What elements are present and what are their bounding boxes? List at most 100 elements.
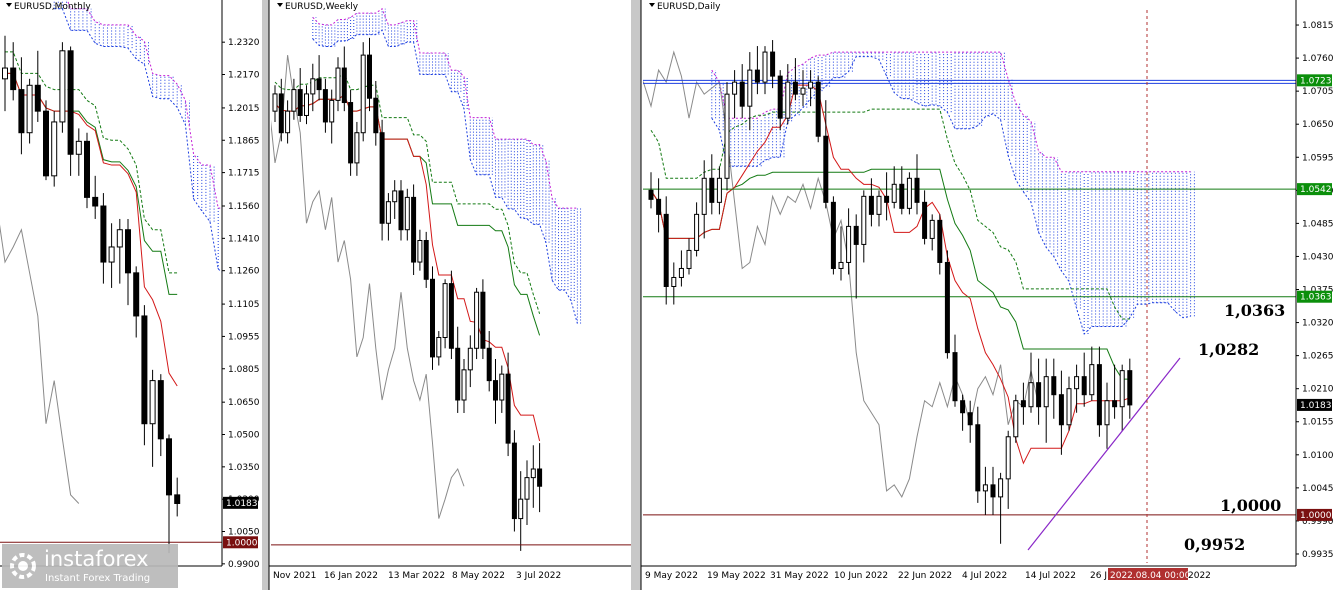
candle-body <box>354 132 360 164</box>
candle-body <box>18 89 25 134</box>
candle-body <box>975 424 981 492</box>
candle-body <box>392 190 398 203</box>
candle-body <box>499 373 505 401</box>
y-tick-label: 0.9900 <box>228 560 260 570</box>
candle-body <box>838 261 844 269</box>
candle-body <box>348 102 354 164</box>
candle-body <box>808 81 814 89</box>
x-tick-label: 13 Mar 2022 <box>388 571 445 581</box>
level-annotation: 1,0000 <box>1220 496 1281 515</box>
level-tag: 1.0363 <box>1300 293 1332 303</box>
candle-body <box>461 369 467 401</box>
y-tick-label: 1.0155 <box>1302 418 1333 428</box>
candle-body <box>537 468 543 487</box>
candle-body <box>59 50 66 123</box>
candle-body <box>884 195 890 203</box>
candle-body <box>385 201 391 224</box>
candle-body <box>1005 436 1011 480</box>
candle-body <box>747 69 753 107</box>
candle-body <box>671 276 677 288</box>
panel-title: EURUSD,Monthly <box>14 2 91 12</box>
candle-body <box>914 177 920 203</box>
candle-body <box>329 99 335 123</box>
x-tick-label: 16 Jan 2022 <box>324 571 378 581</box>
x-tick-label: 26 J <box>1090 571 1107 581</box>
candle-body <box>125 229 131 274</box>
y-tick-label: 1.0210 <box>1302 385 1333 395</box>
candle-body <box>411 196 417 263</box>
candle-body <box>952 352 958 402</box>
candle-body <box>1112 400 1118 408</box>
candle-body <box>486 347 492 382</box>
y-tick-label: 1.1410 <box>228 234 260 244</box>
y-tick-label: 1.2320 <box>228 38 260 48</box>
candle-body <box>84 140 90 198</box>
y-tick-label: 1.0650 <box>228 398 260 408</box>
candle-body <box>1074 376 1080 390</box>
multi-timeframe-chart: EURUSD,Monthly 1.2320 1.2170 1.2015 1.1865 1.… <box>0 0 1333 590</box>
candle-body <box>922 201 928 239</box>
candle-body <box>663 213 669 287</box>
candle-body <box>2 67 8 80</box>
candle-body <box>379 132 385 224</box>
y-tick-label: 1.0320 <box>1302 319 1333 329</box>
level-tag: 1.0000 <box>1300 511 1332 521</box>
candle-body <box>1081 376 1087 396</box>
y-tick-label: 1.0100 <box>1302 451 1333 461</box>
candle-body <box>686 249 692 269</box>
candle-body <box>133 272 140 317</box>
candle-body <box>108 246 115 263</box>
y-tick-label: 1.2170 <box>228 71 260 81</box>
x-tick-label: 14 Jul 2022 <box>1025 571 1076 581</box>
candle-body <box>291 89 297 112</box>
candle-body <box>929 219 935 239</box>
x-tick-label: Nov 2021 <box>273 571 316 581</box>
candle-body <box>10 67 17 91</box>
candle-body <box>1020 400 1026 408</box>
candle-body <box>335 67 341 101</box>
candle-body <box>868 195 874 215</box>
candle-body <box>92 196 99 207</box>
candle-body <box>846 225 852 263</box>
y-tick-label: 1.1715 <box>228 169 260 179</box>
candle-body <box>360 54 366 134</box>
candle-body <box>1013 400 1019 438</box>
candle-body <box>982 484 988 492</box>
y-tick-label: 1.0485 <box>1302 219 1333 229</box>
candle-body <box>1104 400 1110 426</box>
candle-body <box>709 177 715 203</box>
y-tick-label: 1.0650 <box>1302 120 1333 130</box>
x-tick-label: 2022 <box>1188 571 1211 581</box>
candle-body <box>830 201 836 269</box>
candle-body <box>430 278 435 358</box>
candle-body <box>423 239 429 280</box>
candle-body <box>530 468 536 479</box>
candle-body <box>960 400 966 414</box>
candle-body <box>762 51 768 83</box>
candle-body <box>149 380 156 425</box>
candle-body <box>26 84 33 134</box>
candle-body <box>724 93 730 179</box>
candle-body <box>174 494 181 504</box>
y-tick-label: 1.0265 <box>1302 352 1333 362</box>
candle-body <box>1051 376 1057 396</box>
candle-body <box>505 373 511 444</box>
candle-body <box>739 81 745 107</box>
candle-body <box>732 81 738 95</box>
candle-body <box>442 283 448 339</box>
candle-body <box>474 291 480 349</box>
y-tick-label: 1.1105 <box>228 300 260 310</box>
x-tick-label: 10 Jun 2022 <box>834 571 888 581</box>
panel-title: EURUSD,Weekly <box>285 2 359 12</box>
x-tick-label: 9 May 2022 <box>645 571 698 581</box>
candle-body <box>891 183 897 203</box>
brand-tagline: Instant Forex Trading <box>45 573 151 584</box>
candle-body <box>75 140 82 155</box>
candle-body <box>404 196 410 231</box>
candle-body <box>448 283 454 349</box>
candle-body <box>278 93 284 134</box>
level-tag: 1.0542 <box>1300 185 1332 195</box>
candle-body <box>157 380 164 440</box>
candle-body <box>876 195 882 215</box>
candle-body <box>1058 394 1064 426</box>
